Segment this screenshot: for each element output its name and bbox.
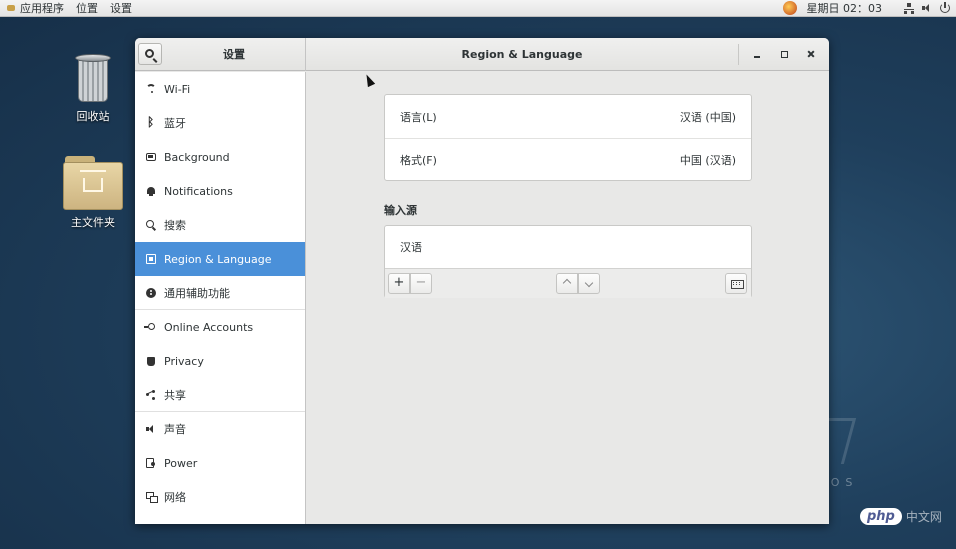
titlebar-separator bbox=[738, 44, 739, 65]
input-source-row[interactable]: 汉语 bbox=[385, 226, 751, 268]
home-folder-label: 主文件夹 bbox=[71, 216, 115, 229]
background-icon bbox=[146, 153, 156, 161]
language-label: 语言(L) bbox=[400, 110, 437, 124]
sidebar-item-notifications[interactable]: Notifications bbox=[135, 174, 305, 208]
user-avatar-icon[interactable] bbox=[782, 1, 797, 15]
network-status-icon[interactable] bbox=[904, 3, 914, 14]
sidebar-item-label: Online Accounts bbox=[164, 320, 254, 334]
sidebar-item-region-language[interactable]: Region & Language bbox=[135, 242, 305, 276]
sidebar-item-online-accounts[interactable]: Online Accounts bbox=[135, 310, 305, 344]
keyboard-layout-button[interactable] bbox=[725, 273, 747, 294]
online-accounts-icon bbox=[144, 323, 155, 330]
system-tray: 星期日 02：03 bbox=[782, 0, 956, 17]
sidebar-item-bluetooth[interactable]: 蓝牙 bbox=[135, 106, 305, 140]
region-language-panel: 语言(L) 汉语 (中国) 格式(F) 中国 (汉语) 输入源 汉语 + − bbox=[307, 72, 829, 524]
sidebar-item-wifi[interactable]: Wi-Fi bbox=[135, 72, 305, 106]
language-row[interactable]: 语言(L) 汉语 (中国) bbox=[385, 95, 751, 138]
input-sources-heading: 输入源 bbox=[384, 204, 417, 217]
sidebar-item-search[interactable]: 搜索 bbox=[135, 208, 305, 242]
clock[interactable]: 星期日 02：03 bbox=[807, 0, 883, 16]
sidebar-item-label: Privacy bbox=[164, 354, 204, 368]
sidebar-title: 设置 bbox=[223, 48, 245, 61]
move-up-button[interactable] bbox=[556, 273, 578, 294]
sidebar-item-label: 声音 bbox=[164, 423, 186, 436]
sidebar-item-accessibility[interactable]: 通用辅助功能 bbox=[135, 276, 305, 310]
sidebar-item-privacy[interactable]: Privacy bbox=[135, 344, 305, 378]
language-value: 汉语 (中国) bbox=[679, 110, 736, 124]
sidebar-item-label: Wi-Fi bbox=[164, 82, 191, 96]
sidebar-item-label: Notifications bbox=[164, 184, 233, 198]
language-formats-list: 语言(L) 汉语 (中国) 格式(F) 中国 (汉语) bbox=[384, 94, 752, 181]
trash-label: 回收站 bbox=[76, 110, 110, 123]
settings-sidebar: Wi-Fi 蓝牙 Background Notifications 搜索 Reg… bbox=[135, 72, 306, 524]
applications-menu-label: 应用程序 bbox=[20, 2, 64, 15]
window-titlebar[interactable]: 设置 Region & Language bbox=[135, 38, 829, 71]
sidebar-item-sound[interactable]: 声音 bbox=[135, 412, 305, 446]
sidebar-item-sharing[interactable]: 共享 bbox=[135, 378, 305, 412]
php-watermark: php 中文网 bbox=[860, 508, 942, 525]
php-logo: php bbox=[860, 508, 902, 525]
php-site-text: 中文网 bbox=[905, 510, 942, 524]
chevron-up-icon bbox=[562, 278, 572, 288]
close-button[interactable] bbox=[803, 46, 819, 62]
sidebar-item-label: 搜索 bbox=[164, 219, 186, 232]
share-icon bbox=[146, 390, 156, 400]
top-panel: 应用程序 位置 设置 星期日 02：03 bbox=[0, 0, 956, 17]
accessibility-icon bbox=[146, 288, 156, 298]
sidebar-item-power[interactable]: Power bbox=[135, 446, 305, 480]
sidebar-item-label: Power bbox=[164, 456, 198, 470]
wifi-icon bbox=[146, 84, 156, 94]
add-input-source-button[interactable]: + bbox=[388, 273, 410, 294]
formats-row[interactable]: 格式(F) 中国 (汉语) bbox=[385, 138, 751, 181]
sidebar-item-background[interactable]: Background bbox=[135, 140, 305, 174]
search-icon bbox=[145, 49, 154, 58]
home-folder-icon bbox=[63, 154, 123, 210]
input-sources-list: 汉语 + − bbox=[384, 225, 752, 298]
power-menu-icon[interactable] bbox=[940, 2, 950, 13]
maximize-button[interactable] bbox=[776, 46, 792, 62]
sidebar-item-label: Region & Language bbox=[164, 252, 272, 266]
hand-icon bbox=[146, 356, 156, 366]
places-menu[interactable]: 位置 bbox=[70, 0, 104, 17]
flag-icon bbox=[146, 254, 156, 264]
applications-icon bbox=[6, 3, 16, 13]
remove-input-source-button[interactable]: − bbox=[410, 273, 432, 294]
power-icon bbox=[146, 458, 155, 468]
sidebar-item-network[interactable]: 网络 bbox=[135, 480, 305, 514]
settings-menu-label: 设置 bbox=[110, 2, 132, 15]
mouse-cursor-icon bbox=[362, 72, 376, 88]
search-button[interactable] bbox=[138, 43, 162, 65]
settings-window: 设置 Region & Language Wi-Fi 蓝牙 Background… bbox=[135, 38, 829, 524]
formats-value: 中国 (汉语) bbox=[679, 154, 736, 167]
bluetooth-icon bbox=[146, 115, 156, 129]
bell-icon bbox=[146, 186, 156, 196]
trash-icon bbox=[73, 52, 113, 104]
search-icon bbox=[146, 220, 154, 228]
formats-label: 格式(F) bbox=[400, 154, 437, 167]
input-sources-toolbar: + − bbox=[385, 268, 751, 298]
desktop-home-folder[interactable]: 主文件夹 bbox=[53, 154, 133, 230]
sidebar-item-label: 网络 bbox=[164, 491, 186, 504]
sidebar-item-label: 通用辅助功能 bbox=[164, 286, 230, 300]
settings-menu[interactable]: 设置 bbox=[104, 0, 138, 17]
speaker-icon bbox=[146, 424, 156, 434]
sidebar-item-label: 蓝牙 bbox=[164, 117, 186, 130]
window-title: Region & Language bbox=[461, 48, 583, 61]
desktop-trash[interactable]: 回收站 bbox=[53, 52, 133, 124]
input-source-label: 汉语 bbox=[400, 241, 422, 254]
move-down-button[interactable] bbox=[578, 273, 600, 294]
sidebar-item-label: Background bbox=[164, 150, 230, 164]
sidebar-item-label: 共享 bbox=[164, 388, 186, 402]
volume-icon[interactable] bbox=[922, 3, 932, 13]
network-icon bbox=[146, 492, 158, 503]
applications-menu[interactable]: 应用程序 bbox=[0, 0, 70, 17]
chevron-down-icon bbox=[584, 278, 594, 288]
minimize-button[interactable] bbox=[749, 46, 765, 62]
sidebar-header: 设置 bbox=[135, 38, 306, 71]
places-menu-label: 位置 bbox=[76, 2, 98, 15]
